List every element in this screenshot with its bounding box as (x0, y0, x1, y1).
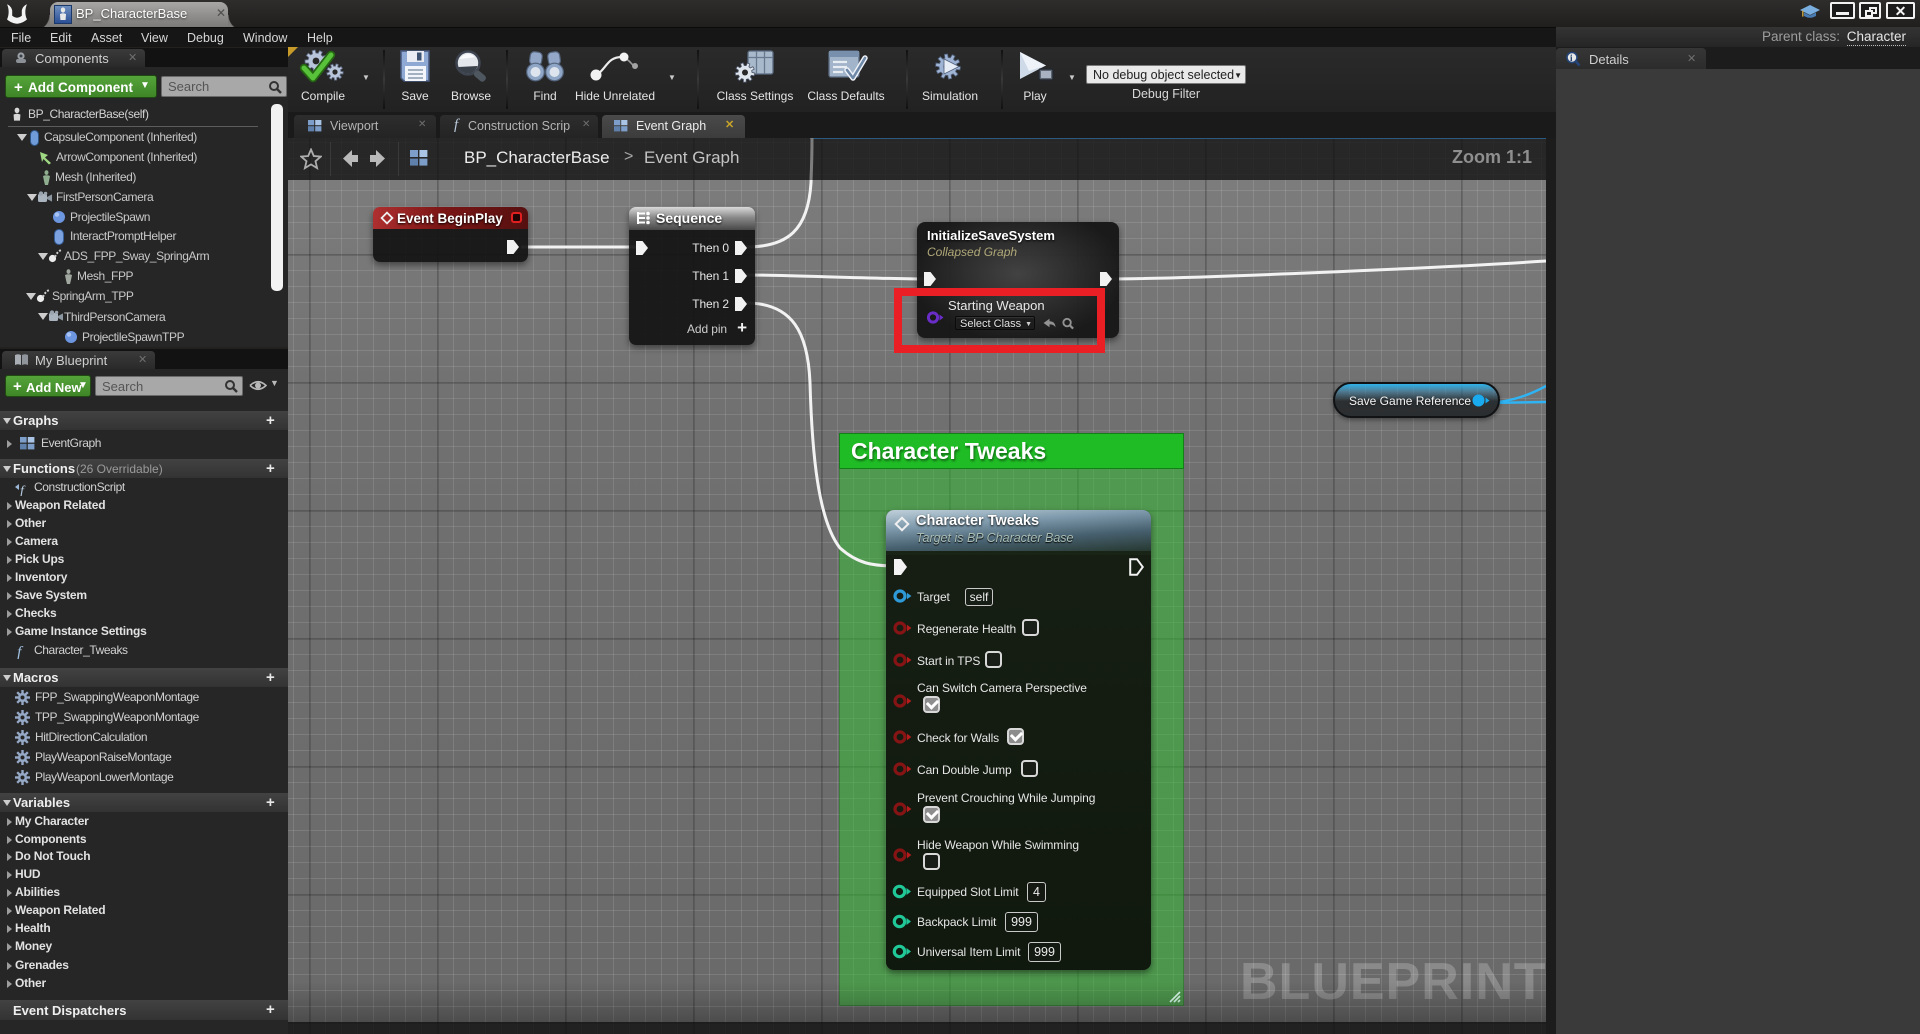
svg-text:f: f (20, 484, 26, 496)
svg-text:f: f (17, 644, 24, 659)
